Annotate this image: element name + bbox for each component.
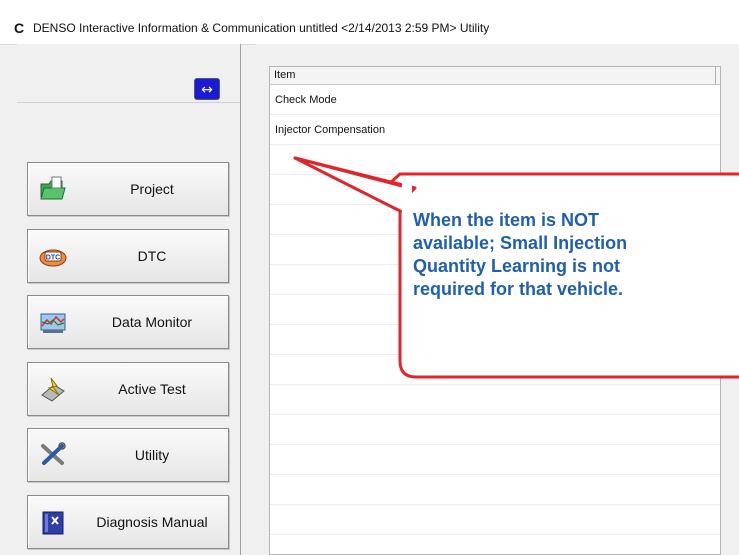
nav-button-diagnosis-manual[interactable]: Diagnosis Manual xyxy=(27,495,229,549)
list-rows: Check Mode Injector Compensation xyxy=(270,85,720,554)
nav-button-project[interactable]: Project xyxy=(27,162,229,216)
window-title: DENSO Interactive Information & Communic… xyxy=(33,21,490,35)
nav-button-utility[interactable]: Utility xyxy=(27,428,229,482)
list-item-check-mode[interactable]: Check Mode xyxy=(270,85,720,115)
list-item-empty xyxy=(270,235,720,265)
list-item-empty xyxy=(270,445,720,475)
app-window: C DENSO Interactive Information & Commun… xyxy=(0,0,739,555)
list-item-empty xyxy=(270,385,720,415)
diagnosis-manual-icon xyxy=(42,511,64,535)
list-item-label: Check Mode xyxy=(275,94,337,106)
list-item-empty xyxy=(270,355,720,385)
swap-arrows-icon: ↔ xyxy=(201,82,213,98)
nav-button-data-monitor[interactable]: Data Monitor xyxy=(27,295,229,349)
list-item-empty xyxy=(270,415,720,445)
list-item-empty xyxy=(270,145,720,175)
nav-label: Active Test xyxy=(118,381,186,397)
title-bar: C DENSO Interactive Information & Commun… xyxy=(0,0,739,45)
project-folder-icon xyxy=(40,176,66,200)
list-item-label: Injector Compensation xyxy=(275,124,386,136)
dtc-icon: DTC xyxy=(39,249,67,267)
list-item-empty xyxy=(270,295,720,325)
app-logo-icon: C xyxy=(14,20,25,36)
swap-panel-button[interactable]: ↔ xyxy=(194,78,220,100)
active-test-icon xyxy=(41,377,65,402)
column-header-item[interactable]: Item xyxy=(270,67,716,84)
data-monitor-icon xyxy=(40,313,66,333)
nav-label: DTC xyxy=(137,248,167,264)
list-item-empty xyxy=(270,175,720,205)
list-header: Item xyxy=(270,67,720,85)
nav-label: Diagnosis Manual xyxy=(96,514,208,530)
list-item-empty xyxy=(270,205,720,235)
item-list[interactable]: Item Check Mode Injector Compensation xyxy=(269,66,721,555)
list-item-empty xyxy=(270,535,720,554)
list-item-empty xyxy=(270,265,720,295)
nav-button-active-test[interactable]: Active Test xyxy=(27,362,229,416)
list-item-empty xyxy=(270,325,720,355)
list-item-injector-compensation[interactable]: Injector Compensation xyxy=(270,115,720,145)
nav-button-dtc[interactable]: DTC DTC xyxy=(27,229,229,283)
utility-tools-icon xyxy=(41,442,66,465)
list-item-empty xyxy=(270,475,720,505)
nav-label: Project xyxy=(130,181,174,197)
list-item-empty xyxy=(270,505,720,535)
nav-label: Utility xyxy=(134,447,170,463)
nav-label: Data Monitor xyxy=(111,314,193,330)
svg-text:DTC: DTC xyxy=(46,255,60,262)
